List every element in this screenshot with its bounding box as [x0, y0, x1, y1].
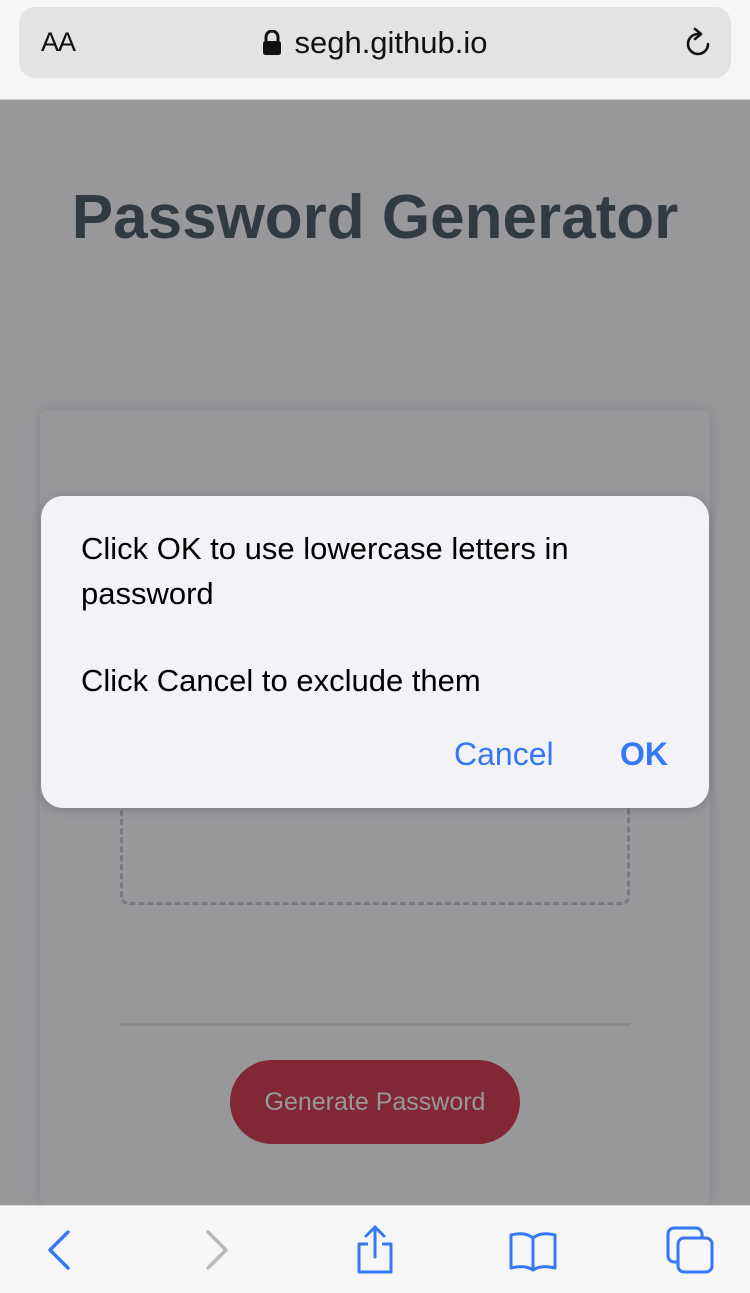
lock-icon [263, 30, 282, 55]
browser-top-bar: AA segh.github.io [0, 0, 750, 100]
url-display[interactable]: segh.github.io [19, 24, 731, 62]
reload-icon [686, 27, 710, 56]
share-button[interactable] [349, 1224, 401, 1276]
tabs-button[interactable] [664, 1224, 716, 1276]
chevron-left-icon [48, 1230, 70, 1270]
book-icon [509, 1232, 557, 1272]
forward-button[interactable] [190, 1224, 242, 1276]
chevron-right-icon [206, 1230, 228, 1270]
dialog-message-line1: Click OK to use lowercase letters in pas… [81, 531, 569, 611]
cancel-button[interactable]: Cancel [454, 732, 554, 776]
browser-bottom-toolbar [0, 1205, 750, 1293]
dialog-message: Click OK to use lowercase letters in pas… [81, 526, 671, 703]
bookmarks-button[interactable] [507, 1224, 559, 1276]
address-bar[interactable]: AA segh.github.io [19, 7, 731, 78]
dialog-message-line2: Click Cancel to exclude them [81, 663, 481, 698]
url-text: segh.github.io [294, 25, 488, 60]
ok-button[interactable]: OK [620, 732, 668, 776]
reload-button[interactable] [681, 27, 715, 61]
share-icon [357, 1225, 393, 1274]
confirm-dialog: Click OK to use lowercase letters in pas… [41, 496, 709, 808]
back-button[interactable] [34, 1224, 86, 1276]
tabs-icon [666, 1226, 714, 1274]
